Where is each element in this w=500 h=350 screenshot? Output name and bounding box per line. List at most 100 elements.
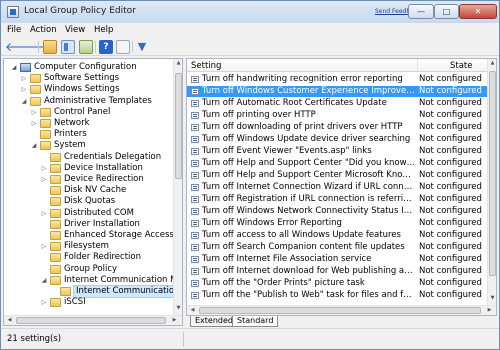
tab-standard[interactable]: Standard — [232, 316, 279, 327]
scroll-left-icon[interactable]: ◀ — [188, 306, 197, 315]
expand-toggle-icon[interactable]: ◢ — [10, 62, 18, 73]
list-horizontal-scrollbar[interactable]: ◀ ▶ — [187, 305, 496, 315]
folder-icon — [30, 74, 41, 84]
minimize-button[interactable]: — — [408, 4, 434, 19]
menu-help[interactable]: Help — [94, 25, 113, 35]
expand-toggle-icon[interactable]: ▷ — [20, 84, 28, 95]
table-row[interactable]: Turn off Windows Customer Experience Imp… — [187, 86, 487, 97]
tree-item[interactable]: ▷ Windows Settings — [4, 84, 172, 95]
tree-pane: ◢ Computer Configuration ▷ Software Setting… — [3, 58, 183, 326]
tree-item[interactable]: ▷ Software Settings — [4, 73, 172, 84]
filter-icon[interactable]: ▼ — [135, 40, 149, 54]
expand-toggle-icon[interactable]: ▷ — [20, 73, 28, 84]
policy-setting-icon — [191, 280, 199, 287]
tree-item[interactable]: ◢ System — [4, 140, 172, 151]
expand-toggle-icon[interactable]: ▷ — [40, 241, 48, 252]
back-arrow-icon[interactable]: 🡐 — [5, 40, 37, 54]
scroll-right-icon[interactable]: ▶ — [485, 306, 494, 315]
expand-toggle-icon[interactable]: ▷ — [30, 107, 38, 118]
tree-item[interactable]: Driver Installation — [4, 219, 172, 230]
scroll-up-icon[interactable]: ▲ — [174, 60, 182, 66]
tree-item[interactable]: Internet Communication — [4, 285, 182, 298]
column-state[interactable]: State — [450, 61, 473, 71]
table-row[interactable]: Turn off the "Publish to Web" task for f… — [187, 290, 487, 301]
folder-up-icon[interactable] — [43, 40, 57, 54]
tree-item[interactable]: Disk NV Cache — [4, 185, 172, 196]
folder-icon — [50, 175, 61, 184]
folder-icon — [30, 96, 41, 106]
tree-item[interactable]: ▷ Control Panel — [4, 107, 172, 118]
scroll-right-icon[interactable]: ▶ — [170, 316, 179, 325]
tree-item[interactable]: ◢ Computer Configuration — [4, 62, 172, 73]
expand-toggle-icon[interactable]: ◢ — [30, 140, 38, 151]
expand-toggle-icon[interactable]: ▷ — [40, 208, 48, 219]
expand-toggle-icon[interactable]: ▷ — [40, 174, 48, 185]
table-row[interactable]: Turn off Internet File Association servi… — [187, 254, 487, 265]
tree-item[interactable]: Printers — [4, 129, 172, 140]
tree-item[interactable]: Disk Quotas — [4, 196, 172, 207]
menu-view[interactable]: View — [65, 25, 85, 35]
table-row[interactable]: Turn off access to all Windows Update fe… — [187, 230, 487, 241]
table-row[interactable]: Turn off Internet Connection Wizard if U… — [187, 182, 487, 193]
expand-toggle-icon[interactable]: ◢ — [20, 96, 28, 107]
list-vertical-scrollbar[interactable]: ▲ ▼ — [487, 59, 496, 305]
setting-state: Not configured — [419, 110, 482, 120]
table-row[interactable]: Turn off Windows Update device driver se… — [187, 134, 487, 145]
menu-action[interactable]: Action — [30, 25, 57, 35]
table-row[interactable]: Turn off Help and Support Center Microso… — [187, 170, 487, 181]
scroll-up-icon[interactable]: ▲ — [488, 60, 496, 66]
view-tabs: Extended Standard — [186, 316, 497, 327]
tree-item[interactable]: ▷ Device Redirection — [4, 174, 172, 185]
tree-item[interactable]: Credentials Delegation — [4, 152, 172, 163]
expand-toggle-icon[interactable]: ▷ — [40, 163, 48, 174]
table-row[interactable]: Turn off Event Viewer "Events.asp" links… — [187, 146, 487, 157]
export-list-icon[interactable] — [79, 40, 93, 54]
list-header: Setting State — [187, 59, 487, 72]
table-row[interactable]: Turn off Internet download for Web publi… — [187, 266, 487, 277]
tree-item[interactable]: ▷ iSCSI — [4, 297, 172, 308]
maximize-button[interactable]: □ — [434, 4, 459, 19]
table-row[interactable]: Turn off Search Companion content file u… — [187, 242, 487, 253]
column-setting[interactable]: Setting — [191, 61, 221, 71]
table-row[interactable]: Turn off Windows Network Connectivity St… — [187, 206, 487, 217]
scroll-down-icon[interactable]: ▼ — [488, 295, 496, 301]
table-row[interactable]: Turn off printing over HTTP Not configure… — [187, 110, 487, 121]
setting-name: Turn off the "Order Prints" picture task — [202, 278, 365, 288]
tree-scroll-thumb[interactable] — [175, 73, 182, 179]
tree-item[interactable]: Folder Redirection — [4, 252, 172, 263]
tab-extended[interactable]: Extended — [190, 316, 238, 327]
show-hide-tree-icon[interactable] — [61, 40, 75, 54]
tree-item[interactable]: ▷ Device Installation — [4, 163, 172, 174]
table-row[interactable]: Turn off handwriting recognition error r… — [187, 74, 487, 85]
tree-item[interactable]: ▷ Filesystem — [4, 241, 172, 252]
table-row[interactable]: Turn off downloading of print drivers ov… — [187, 122, 487, 133]
tree-horizontal-scrollbar[interactable]: ◀ ▶ — [4, 315, 182, 325]
menu-file[interactable]: File — [7, 25, 21, 35]
setting-state: Not configured — [419, 230, 482, 240]
tree-hscroll-thumb[interactable] — [16, 317, 166, 324]
expand-toggle-icon[interactable]: ▷ — [30, 118, 38, 129]
tree-item[interactable]: Group Policy — [4, 264, 172, 275]
close-button[interactable]: ✕ — [459, 4, 497, 19]
help-icon[interactable]: ? — [99, 40, 113, 54]
tree-item[interactable]: ▷ Distributed COM — [4, 208, 172, 219]
table-row[interactable]: Turn off Windows Error Reporting Not conf… — [187, 218, 487, 229]
tree-item[interactable]: ▷ Network — [4, 118, 172, 129]
table-row[interactable]: Turn off Automatic Root Certificates Upd… — [187, 98, 487, 109]
expand-toggle-icon[interactable]: ▷ — [40, 297, 48, 308]
properties-icon[interactable] — [116, 40, 130, 54]
forward-arrow-icon[interactable]: 🡒 — [21, 40, 53, 54]
tree-item[interactable]: ◢ Administrative Templates — [4, 96, 172, 107]
title-bar[interactable]: Local Group Policy Editor Send Feedback … — [1, 1, 499, 23]
expand-toggle-icon[interactable]: ◢ — [40, 275, 48, 286]
table-row[interactable]: Turn off Help and Support Center "Did yo… — [187, 158, 487, 169]
table-row[interactable]: Turn off the "Order Prints" picture task… — [187, 278, 487, 289]
scroll-down-icon[interactable]: ▼ — [174, 305, 182, 311]
table-row[interactable]: Turn off Registration if URL connection … — [187, 194, 487, 205]
list-hscroll-thumb[interactable] — [199, 307, 481, 314]
list-scroll-thumb[interactable] — [489, 71, 496, 276]
tree-item[interactable]: ◢ Internet Communication M — [4, 275, 177, 286]
tree-vertical-scrollbar[interactable]: ▲ ▼ — [173, 59, 182, 315]
scroll-left-icon[interactable]: ◀ — [5, 316, 14, 325]
tree-item[interactable]: Enhanced Storage Access — [4, 230, 174, 241]
